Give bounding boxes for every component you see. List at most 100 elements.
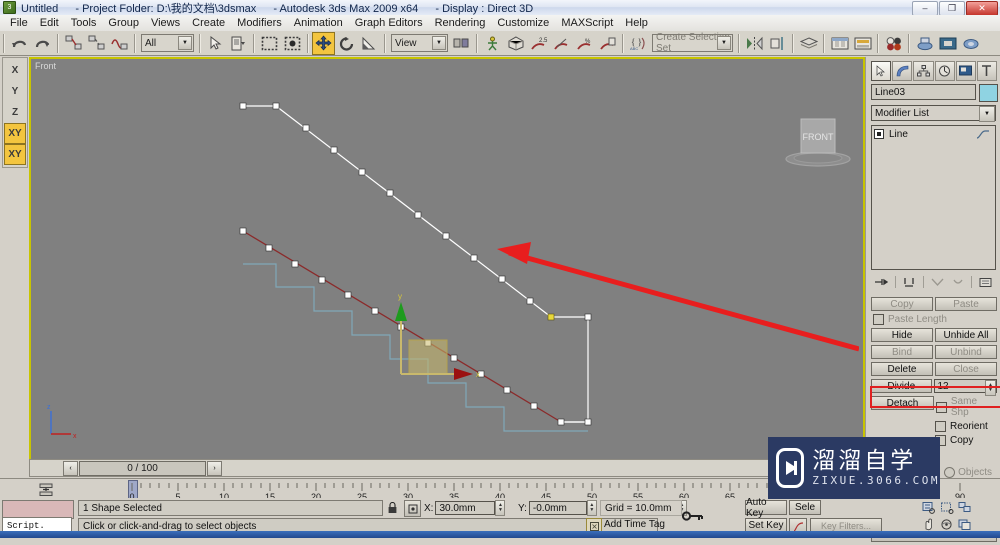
reference-coordinate-system-combo[interactable]: View ▼ bbox=[391, 34, 448, 52]
restrict-to-y-button[interactable]: Y bbox=[4, 81, 26, 102]
menu-customize[interactable]: Customize bbox=[491, 16, 555, 30]
tab-motion[interactable] bbox=[934, 60, 955, 81]
y-spinner-icon[interactable]: ▲ ▼ bbox=[586, 500, 597, 516]
menu-rendering[interactable]: Rendering bbox=[429, 16, 492, 30]
selection-filter-combo[interactable]: All ▼ bbox=[141, 34, 194, 52]
chevron-down-icon[interactable]: ▼ bbox=[178, 36, 192, 50]
schematic-view-icon[interactable] bbox=[851, 32, 874, 55]
select-by-name-icon[interactable] bbox=[227, 32, 250, 55]
divide-value-spinner[interactable]: 12 ▲ ▼ bbox=[933, 379, 997, 396]
copy-button[interactable]: Copy bbox=[871, 297, 933, 311]
render-setup-icon[interactable] bbox=[913, 32, 936, 55]
modifier-list-dropdown[interactable]: Modifier List ▼ bbox=[871, 105, 996, 122]
zoom-all-icon[interactable] bbox=[938, 500, 955, 515]
menu-tools[interactable]: Tools bbox=[65, 16, 103, 30]
detach-button[interactable]: Detach bbox=[871, 396, 934, 410]
unbind-button[interactable]: Unbind bbox=[935, 345, 997, 359]
snap-settings-icon[interactable] bbox=[596, 32, 619, 55]
modifier-stack[interactable]: Line bbox=[871, 125, 996, 270]
layer-manager-icon[interactable] bbox=[797, 32, 820, 55]
select-object-icon[interactable] bbox=[204, 32, 227, 55]
menu-maxscript[interactable]: MAXScript bbox=[555, 16, 619, 30]
bind-to-space-warp-icon[interactable] bbox=[108, 32, 131, 55]
tab-display[interactable] bbox=[955, 60, 976, 81]
add-time-tag-label[interactable]: Add Time Tag bbox=[604, 519, 665, 530]
front-viewport[interactable]: Front y x z x FRONT bbox=[31, 59, 863, 459]
window-crossing-icon[interactable] bbox=[281, 32, 304, 55]
spinner-arrows-icon[interactable]: ▲ ▼ bbox=[985, 380, 996, 396]
restrict-to-x-button[interactable]: X bbox=[4, 60, 26, 81]
rendered-frame-window-icon[interactable] bbox=[936, 32, 959, 55]
mirror-icon[interactable] bbox=[743, 32, 766, 55]
selected-button[interactable]: Sele bbox=[789, 500, 821, 515]
x-value-field[interactable]: 30.0mm bbox=[435, 501, 496, 515]
restrict-to-xy-plane-button[interactable]: XY bbox=[4, 123, 26, 144]
pin-stack-icon[interactable] bbox=[874, 275, 889, 289]
absolute-relative-transform-toggle-icon[interactable] bbox=[404, 500, 421, 517]
select-and-link-icon[interactable] bbox=[62, 32, 85, 55]
redo-icon[interactable] bbox=[31, 32, 54, 55]
zoom-icon[interactable] bbox=[920, 500, 937, 515]
select-and-rotate-icon[interactable] bbox=[335, 32, 358, 55]
menu-edit[interactable]: Edit bbox=[34, 16, 65, 30]
current-frame-display[interactable]: 0 / 100 bbox=[79, 460, 206, 476]
reorient-checkbox[interactable]: Reorient bbox=[935, 421, 997, 432]
tab-modify[interactable] bbox=[892, 60, 913, 81]
angle-snap-toggle-icon[interactable]: 2.5 bbox=[527, 32, 550, 55]
snaps-toggle-icon[interactable] bbox=[504, 32, 527, 55]
curve-editor-icon[interactable] bbox=[828, 32, 851, 55]
menu-group[interactable]: Group bbox=[102, 16, 145, 30]
stack-item-line[interactable]: Line bbox=[874, 127, 993, 141]
unhide-all-button[interactable]: Unhide All bbox=[935, 328, 997, 342]
auto-key-button[interactable]: Auto Key bbox=[745, 497, 787, 519]
hide-button[interactable]: Hide bbox=[871, 328, 933, 342]
bind-button[interactable]: Bind bbox=[871, 345, 933, 359]
menu-animation[interactable]: Animation bbox=[288, 16, 349, 30]
material-editor-icon[interactable] bbox=[882, 32, 905, 55]
chevron-down-icon[interactable]: ▼ bbox=[979, 106, 995, 122]
menu-create[interactable]: Create bbox=[186, 16, 231, 30]
spinner-snap-toggle-icon[interactable]: % bbox=[573, 32, 596, 55]
align-icon[interactable] bbox=[766, 32, 789, 55]
show-end-result-icon[interactable] bbox=[902, 275, 916, 289]
select-and-manipulate-icon[interactable] bbox=[481, 32, 504, 55]
tab-hierarchy[interactable] bbox=[913, 60, 934, 81]
maximize-viewport-toggle-icon[interactable] bbox=[956, 517, 973, 532]
x-spinner-icon[interactable]: ▲ ▼ bbox=[495, 500, 506, 516]
chevron-down-icon[interactable]: ▼ bbox=[717, 36, 731, 50]
minimize-button[interactable]: – bbox=[912, 1, 938, 16]
make-unique-icon[interactable] bbox=[930, 275, 944, 289]
close-button[interactable]: ✕ bbox=[966, 1, 998, 16]
pan-icon[interactable] bbox=[920, 517, 937, 532]
unlink-selection-icon[interactable] bbox=[85, 32, 108, 55]
menu-graph-editors[interactable]: Graph Editors bbox=[349, 16, 429, 30]
chevron-down-icon[interactable]: ▼ bbox=[432, 36, 446, 50]
tab-create[interactable] bbox=[871, 60, 892, 81]
restrict-to-z-button[interactable]: Z bbox=[4, 102, 26, 123]
restrict-plane-cycle-button[interactable]: XY bbox=[4, 144, 26, 165]
configure-modifier-sets-icon[interactable] bbox=[979, 275, 993, 289]
copy-checkbox[interactable]: Copy bbox=[935, 435, 997, 446]
maximize-button[interactable]: ❐ bbox=[939, 1, 965, 16]
delete-button[interactable]: Delete bbox=[871, 362, 933, 376]
menu-views[interactable]: Views bbox=[145, 16, 186, 30]
paste-button[interactable]: Paste bbox=[935, 297, 997, 311]
tab-utilities[interactable] bbox=[976, 60, 998, 81]
zoom-extents-icon[interactable] bbox=[956, 500, 973, 515]
key-toggle-icon[interactable] bbox=[680, 504, 706, 528]
arc-rotate-icon[interactable] bbox=[938, 517, 955, 532]
paste-length-checkbox[interactable]: Paste Length bbox=[871, 314, 947, 325]
close-button[interactable]: Close bbox=[935, 362, 997, 376]
named-selection-set-combo[interactable]: Create Selection Set ▼ bbox=[652, 32, 733, 54]
percent-snap-toggle-icon[interactable] bbox=[550, 32, 573, 55]
lock-selection-icon[interactable] bbox=[385, 501, 399, 515]
y-value-field[interactable]: -0.0mm bbox=[528, 501, 587, 515]
prev-frame-button[interactable]: ‹ bbox=[63, 460, 78, 476]
menu-file[interactable]: File bbox=[4, 16, 34, 30]
edit-named-selection-sets-icon[interactable]: { } ABC bbox=[627, 32, 650, 55]
light-bulb-square-icon[interactable] bbox=[874, 129, 884, 139]
object-name-field[interactable]: Line03 bbox=[871, 84, 976, 100]
objects-radio[interactable]: Objects bbox=[944, 467, 992, 478]
menu-modifiers[interactable]: Modifiers bbox=[231, 16, 288, 30]
same-shp-checkbox[interactable]: Same Shp bbox=[936, 396, 997, 418]
